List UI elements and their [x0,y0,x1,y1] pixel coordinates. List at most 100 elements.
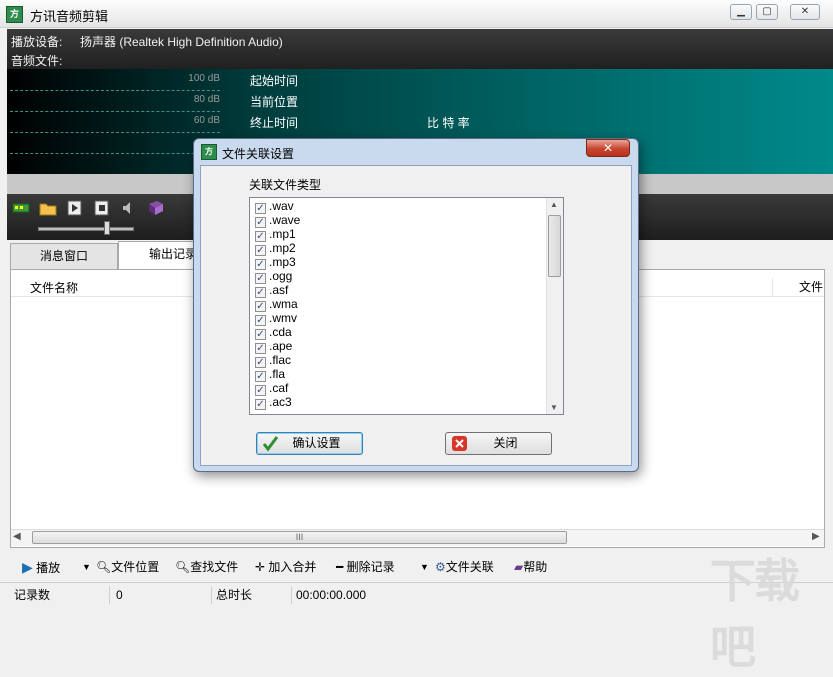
list-item-label: .wav [269,199,294,213]
list-item-label: .mp2 [269,241,296,255]
list-item[interactable]: ✓.ape [255,339,292,353]
play-file-icon[interactable] [66,199,84,217]
current-position-label: 当前位置 [250,93,298,110]
play-dropdown-icon[interactable]: ▼ [82,558,91,576]
confirm-settings-button[interactable]: 确认设置 [256,432,363,455]
list-item-label: .wma [269,297,298,311]
scroll-left-icon[interactable]: ◀ [13,531,21,542]
error-close-icon [451,435,468,452]
maximize-button[interactable]: ▢ [756,4,778,20]
list-item-label: .caf [269,381,288,395]
file-label: 音频文件: [11,52,62,69]
find-file-button[interactable]: 🔍︎查找文件 [175,558,238,576]
gear-icon: ⚙ [435,560,446,574]
duration-value: 00:00:00.000 [292,586,402,604]
tab-messages[interactable]: 消息窗口 [10,243,118,269]
list-item-label: .flac [269,353,291,367]
help-label: 帮助 [523,560,547,574]
grid-line [10,153,220,154]
stop-file-icon[interactable] [93,199,111,217]
list-item[interactable]: ✓.mp3 [255,255,296,269]
list-item[interactable]: ✓.flac [255,353,291,367]
search-icon: 🔍︎ [96,560,111,574]
list-item[interactable]: ✓.fla [255,367,285,381]
add-icon: ✛ [255,560,265,574]
play-label: 播放 [36,561,60,575]
close-button[interactable]: ✕ [790,4,820,20]
open-folder-icon[interactable] [39,199,57,217]
delete-dropdown-icon[interactable]: ▼ [420,558,429,576]
search-icon: 🔍︎ [175,560,190,574]
duration-label: 总时长 [212,586,292,604]
db-tick: 60 dB [160,115,220,126]
delete-record-button[interactable]: ━ 删除记录 [336,558,395,576]
db-tick: 100 dB [160,73,220,84]
list-item[interactable]: ✓.wav [255,199,294,213]
volume-slider[interactable] [38,227,134,231]
book-icon: ▰ [514,560,523,574]
db-tick: 80 dB [160,94,220,105]
column-file[interactable]: 文件 [772,278,823,296]
end-time-label: 终止时间 [250,114,298,131]
scroll-right-icon[interactable]: ▶ [812,531,820,542]
list-item[interactable]: ✓.mp1 [255,227,296,241]
list-item-label: .fla [269,367,285,381]
dialog-app-icon: 方 [201,144,217,160]
list-item[interactable]: ✓.ogg [255,269,292,283]
add-merge-button[interactable]: ✛ 加入合并 [255,558,316,576]
device-label: 播放设备: [11,33,62,50]
checkmark-icon [262,435,279,452]
minimize-button[interactable]: ▁ [730,4,752,20]
list-item[interactable]: ✓.wmv [255,311,297,325]
list-item[interactable]: ✓.mp2 [255,241,296,255]
watermark-logo: 下载吧 [710,545,833,677]
confirm-label: 确认设置 [292,436,340,450]
dialog-title: 文件关联设置 [222,145,294,162]
scroll-down-icon[interactable]: ▼ [550,403,558,412]
list-item[interactable]: ✓.ac3 [255,395,292,409]
window-title: 方讯音频剪辑 [30,6,108,25]
file-association-label: 文件关联 [446,560,494,574]
add-merge-label: 加入合并 [268,560,316,574]
list-item-label: .ac3 [269,395,292,409]
list-item[interactable]: ✓.caf [255,381,288,395]
start-time-label: 起始时间 [250,72,298,89]
file-location-button[interactable]: 🔍︎文件位置 [96,558,159,576]
title-bar [0,0,833,28]
dialog-close-button[interactable]: ✕ [586,139,630,157]
list-item-label: .mp3 [269,255,296,269]
column-filename[interactable]: 文件名称 [30,279,78,296]
file-types-label: 关联文件类型 [249,176,321,193]
list-item[interactable]: ✓.wma [255,297,298,311]
find-file-label: 查找文件 [190,560,238,574]
list-item[interactable]: ✓.asf [255,283,288,297]
file-association-button[interactable]: ⚙文件关联 [435,558,494,576]
help-button[interactable]: ▰帮助 [514,558,547,576]
grid-line [10,90,220,91]
grid-line [10,132,220,133]
close-label: 关闭 [493,436,517,450]
delete-record-label: 删除记录 [347,560,395,574]
file-type-items: ✓.wav ✓.wave ✓.mp1 ✓.mp2 ✓.mp3 ✓.ogg ✓.a… [252,199,542,413]
list-item[interactable]: ✓.wave [255,213,300,227]
app-logo-icon: 方 [6,6,23,23]
list-scroll-thumb[interactable] [548,215,561,277]
bitrate-label: 比 特 率 [427,114,470,131]
list-item-label: .ape [269,339,292,353]
volume-slider-thumb[interactable] [104,221,110,235]
play-icon: ▶ [22,559,33,575]
sound-card-icon[interactable] [12,199,30,217]
play-button[interactable]: ▶ 播放 [22,558,60,576]
list-item[interactable]: ✓.cda [255,325,292,339]
volume-icon[interactable] [120,199,138,217]
list-item-label: .cda [269,325,292,339]
horizontal-scroll-thumb[interactable]: III [32,531,567,544]
checkbox-checked-icon[interactable]: ✓ [255,399,266,410]
file-location-label: 文件位置 [111,560,159,574]
list-item-label: .mp1 [269,227,296,241]
close-dialog-button[interactable]: 关闭 [445,432,552,455]
records-value: 0 [112,586,212,604]
list-item-label: .asf [269,283,288,297]
book-icon[interactable] [147,199,165,217]
scroll-up-icon[interactable]: ▲ [550,200,558,209]
